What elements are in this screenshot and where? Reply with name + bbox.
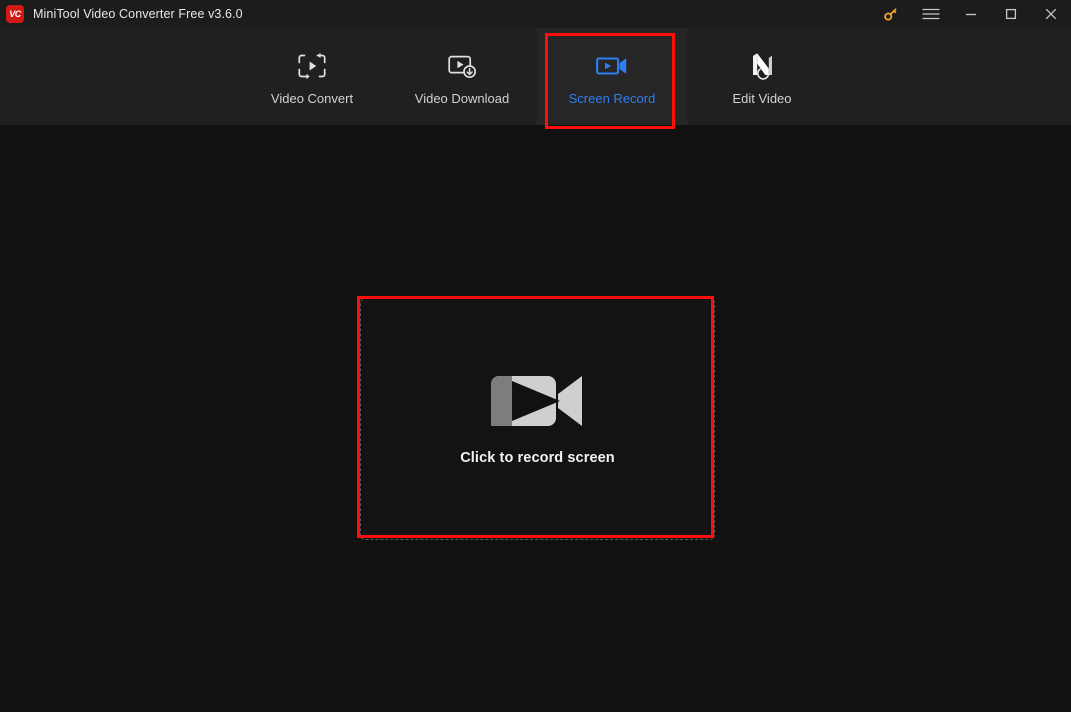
window-controls	[871, 0, 1071, 28]
app-title: MiniTool Video Converter Free v3.6.0	[33, 7, 243, 21]
video-download-icon	[446, 49, 478, 83]
video-convert-icon	[296, 49, 328, 83]
minimize-icon[interactable]	[951, 0, 991, 28]
tab-video-download[interactable]: Video Download	[387, 28, 537, 125]
record-dropzone[interactable]: Click to record screen	[360, 298, 715, 540]
title-bar: VC MiniTool Video Converter Free v3.6.0	[0, 0, 1071, 28]
close-icon[interactable]	[1031, 0, 1071, 28]
edit-video-icon	[746, 49, 778, 83]
main-content: Click to record screen	[0, 125, 1071, 712]
tab-screen-record[interactable]: Screen Record	[537, 28, 687, 125]
app-window: VC MiniTool Video Converter Free v3.6.0	[0, 0, 1071, 712]
tab-edit-video-label: Edit Video	[732, 90, 792, 106]
register-key-icon[interactable]	[871, 0, 911, 28]
main-nav-bar: Video Convert Video Download Screen Reco…	[0, 28, 1071, 125]
camcorder-icon	[490, 372, 586, 430]
tab-video-convert[interactable]: Video Convert	[237, 28, 387, 125]
record-dropzone-label: Click to record screen	[460, 450, 615, 466]
app-logo-icon: VC	[6, 5, 24, 23]
tab-edit-video[interactable]: Edit Video	[687, 28, 837, 125]
tab-video-convert-label: Video Convert	[270, 90, 354, 106]
menu-icon[interactable]	[911, 0, 951, 28]
tab-screen-record-label: Screen Record	[568, 90, 656, 106]
maximize-icon[interactable]	[991, 0, 1031, 28]
app-logo-text: VC	[9, 8, 21, 19]
screen-record-icon	[595, 49, 629, 83]
tab-video-download-label: Video Download	[414, 90, 510, 106]
